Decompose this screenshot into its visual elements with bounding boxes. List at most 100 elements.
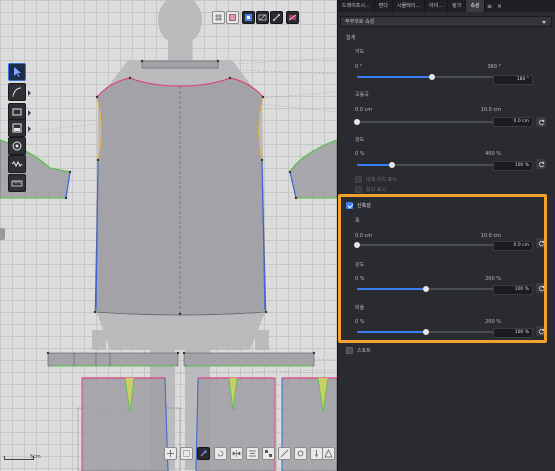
align-icon <box>249 450 256 457</box>
panel-menu-icon[interactable]: ≡ <box>485 0 495 12</box>
app-window: 5cm 드레이프시... 편다 시뮬레이... 아이... 링크 속성 ≡ × … <box>0 0 555 471</box>
reference-checkbox[interactable] <box>355 186 362 193</box>
avatar-toggle-button[interactable] <box>242 11 255 24</box>
avatar-icon <box>245 14 252 21</box>
measure-icon <box>280 449 289 458</box>
collar-piece <box>141 60 219 69</box>
rectangle-icon <box>12 108 22 116</box>
pin-icon <box>315 450 318 457</box>
move-button[interactable] <box>164 447 177 460</box>
select-icon <box>183 450 190 457</box>
waistband-right <box>183 352 315 367</box>
flip-icon <box>232 450 241 457</box>
layer-icon <box>229 14 236 21</box>
strength-min: 0 % <box>355 151 365 157</box>
curvature-label: 곡률곡 <box>355 92 369 98</box>
collapse-handle[interactable] <box>0 228 5 240</box>
pen-curve-icon <box>12 87 22 97</box>
tab-properties[interactable]: 속성 <box>466 0 485 12</box>
curvature-slider[interactable] <box>354 119 495 125</box>
panel-close-icon[interactable]: × <box>495 0 505 12</box>
circle-tool[interactable] <box>8 137 26 155</box>
alt-position-label: 대체 위치 표시 <box>366 177 397 183</box>
panel-tabs: 드레이프시... 편다 시뮬레이... 아이... 링크 속성 ≡ × <box>338 0 555 12</box>
strength-max: 400 % <box>485 151 501 157</box>
arrange-button[interactable] <box>262 447 275 460</box>
fold-button[interactable] <box>322 447 335 460</box>
tab-edit[interactable]: 편다 <box>375 0 393 12</box>
segment-tool[interactable] <box>8 119 31 137</box>
tab-draping[interactable]: 드레이프시... <box>338 0 375 12</box>
stretch-section-highlight <box>338 194 547 343</box>
transform-button[interactable] <box>197 447 210 460</box>
section-title: 합계 <box>346 35 356 41</box>
pattern-2d-canvas[interactable]: 5cm <box>0 0 337 471</box>
curvature-value-field[interactable]: 0.0 cm <box>493 117 533 127</box>
flip-button[interactable] <box>230 447 243 460</box>
move-icon <box>167 450 174 457</box>
strength-slider-fill <box>357 164 392 166</box>
right-sleeve-piece <box>289 139 337 199</box>
zigzag-tool[interactable] <box>8 155 26 173</box>
strength-label: 강도 <box>355 137 365 143</box>
curvature-min: 0.0 cm <box>355 107 373 113</box>
zigzag-icon <box>11 160 23 168</box>
transform-icon <box>200 450 207 457</box>
rotate-button[interactable] <box>214 447 227 460</box>
angle-slider-fill <box>357 76 432 78</box>
circle-icon <box>12 141 22 151</box>
segment-icon <box>12 123 22 133</box>
snap-icon <box>297 450 304 457</box>
stitch-label: 스포트 <box>357 348 371 354</box>
bone-button[interactable] <box>270 11 283 24</box>
measure-button[interactable] <box>278 447 291 460</box>
curvature-reset-button[interactable] <box>536 117 546 127</box>
view-icon <box>288 14 297 21</box>
stitch-checkbox[interactable] <box>346 347 353 354</box>
select-arrow-tool[interactable] <box>8 63 26 81</box>
angle-value-field[interactable]: 180 ° <box>493 75 533 85</box>
curvature-max: 10.0 cm <box>480 107 501 113</box>
select-button[interactable] <box>180 447 193 460</box>
fold-icon <box>324 449 333 458</box>
sync-button[interactable] <box>256 11 269 24</box>
curvature-slider-thumb[interactable] <box>354 119 360 125</box>
strength-reset-button[interactable] <box>536 159 546 169</box>
reset-icon <box>538 161 544 167</box>
waistband-left <box>47 352 179 367</box>
ruler-tool[interactable] <box>8 174 26 192</box>
snap-button[interactable] <box>294 447 307 460</box>
ruler-icon <box>11 180 23 187</box>
tab-simulation[interactable]: 시뮬레이... <box>393 0 426 12</box>
sync-icon <box>258 14 267 21</box>
layer-button[interactable] <box>226 11 239 24</box>
rotate-icon <box>217 450 224 457</box>
angle-label: 각도 <box>355 49 365 55</box>
angle-min: 0 ° <box>355 64 363 70</box>
align-button[interactable] <box>246 447 259 460</box>
strength-value-field[interactable]: 100 % <box>493 161 533 171</box>
chevron-down-icon <box>542 21 546 24</box>
tab-link[interactable]: 링크 <box>448 0 467 12</box>
grid-icon <box>215 14 222 21</box>
angle-slider[interactable] <box>357 74 507 80</box>
arrange-icon <box>265 450 272 457</box>
bone-icon <box>273 14 280 21</box>
scale-label: 5cm <box>30 454 41 460</box>
angle-slider-thumb[interactable] <box>429 74 435 80</box>
reference-label: 참고 표시 <box>366 187 386 193</box>
strength-slider-thumb[interactable] <box>388 162 395 168</box>
property-type-dropdown[interactable]: 주부코로 속성 <box>340 16 552 27</box>
alt-position-checkbox[interactable] <box>355 176 362 183</box>
grid-toggle-button[interactable] <box>212 11 225 24</box>
select-arrow-icon <box>14 67 21 77</box>
view-button[interactable] <box>286 11 299 24</box>
angle-max: 360 ° <box>487 64 501 70</box>
strength-slider[interactable] <box>357 162 495 168</box>
property-type-label: 주부코로 속성 <box>345 19 375 25</box>
pattern-pieces <box>0 0 337 471</box>
pants-left-piece <box>81 377 169 471</box>
reset-icon <box>538 119 544 125</box>
tab-items[interactable]: 아이... <box>425 0 449 12</box>
pen-curve-tool[interactable] <box>8 83 31 101</box>
